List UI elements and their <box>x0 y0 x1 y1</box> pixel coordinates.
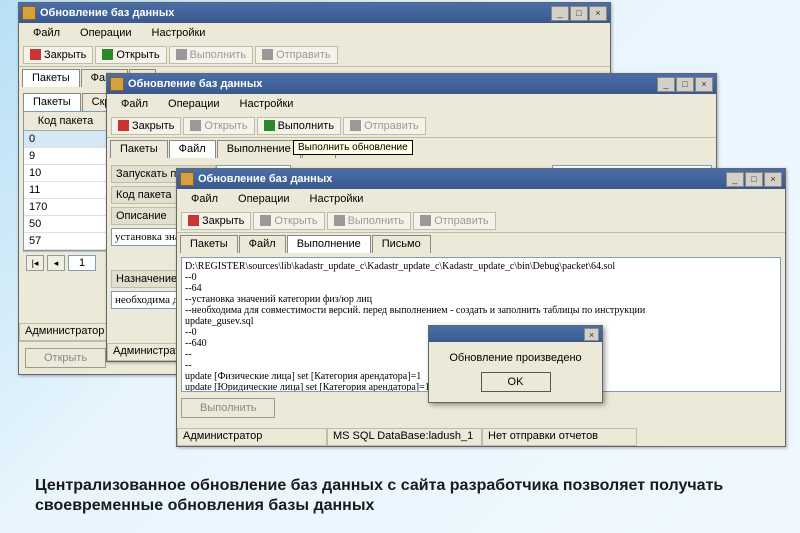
app-icon <box>180 172 194 186</box>
bottom-open-button[interactable]: Открыть <box>25 348 106 368</box>
run-button-bottom[interactable]: Выполнить <box>181 398 275 418</box>
tab-execution[interactable]: Выполнение <box>217 140 301 158</box>
win1-toolbar: Закрыть Открыть Выполнить Отправить <box>19 43 610 67</box>
packets-table: Код пакета 0 9 10 11 170 50 57 <box>23 111 108 251</box>
play-icon <box>264 120 275 131</box>
nav-page[interactable]: 1 <box>68 255 96 271</box>
maximize-button[interactable]: □ <box>570 6 588 21</box>
nav-first[interactable]: |◂ <box>26 255 44 271</box>
win1-title: Обновление баз данных <box>40 7 551 19</box>
x-icon <box>118 120 129 131</box>
close-window-button[interactable]: × <box>695 77 713 92</box>
menu-operations[interactable]: Операции <box>158 96 229 112</box>
maximize-button[interactable]: □ <box>745 172 763 187</box>
win3-titlebar[interactable]: Обновление баз данных _ □ × <box>177 169 785 189</box>
msgbox-title <box>432 328 584 340</box>
minimize-button[interactable]: _ <box>657 77 675 92</box>
win2-toolbar: Закрыть Открыть Выполнить Отправить <box>107 114 716 138</box>
status-user: Администратор <box>177 428 327 446</box>
win3-menubar: Файл Операции Настройки <box>177 189 785 209</box>
tb-run-button[interactable]: Выполнить <box>327 212 411 230</box>
app-icon <box>110 77 124 91</box>
menu-operations[interactable]: Операции <box>70 25 141 41</box>
tb-open-button[interactable]: Открыть <box>183 117 254 135</box>
tab-execution[interactable]: Выполнение <box>287 235 371 253</box>
col-header[interactable]: Код пакета <box>24 112 107 131</box>
tb-open-button[interactable]: Открыть <box>253 212 324 230</box>
win2-title: Обновление баз данных <box>128 78 657 90</box>
minimize-button[interactable]: _ <box>551 6 569 21</box>
table-row[interactable]: 170 <box>24 199 107 216</box>
status-db: MS SQL DataBase:ladush_1 <box>327 428 482 446</box>
table-row[interactable]: 57 <box>24 233 107 250</box>
tb-send-button[interactable]: Отправить <box>343 117 426 135</box>
tb-run-button[interactable]: Выполнить <box>257 117 341 135</box>
tab-file[interactable]: Файл <box>169 140 216 158</box>
tb-open-button[interactable]: Открыть <box>95 46 166 64</box>
table-row[interactable]: 50 <box>24 216 107 233</box>
tb-close-button[interactable]: Закрыть <box>181 212 251 230</box>
win1-titlebar[interactable]: Обновление баз данных _ □ × <box>19 3 610 23</box>
mail-icon <box>420 215 431 226</box>
close-window-button[interactable]: × <box>764 172 782 187</box>
menu-settings[interactable]: Настройки <box>300 191 374 207</box>
tb-close-button[interactable]: Закрыть <box>23 46 93 64</box>
play-icon <box>334 215 345 226</box>
mail-icon <box>262 49 273 60</box>
menu-file[interactable]: Файл <box>111 96 158 112</box>
status-user: Администратор <box>19 323 119 341</box>
maximize-button[interactable]: □ <box>676 77 694 92</box>
tb-close-button[interactable]: Закрыть <box>111 117 181 135</box>
menu-file[interactable]: Файл <box>23 25 70 41</box>
win3-title: Обновление баз данных <box>198 173 726 185</box>
win2-menubar: Файл Операции Настройки <box>107 94 716 114</box>
tab-file[interactable]: Файл <box>239 235 286 253</box>
win3-tabbar: Пакеты Файл Выполнение Письмо <box>177 233 785 253</box>
status-reports: Нет отправки отчетов <box>482 428 637 446</box>
msgbox-titlebar[interactable]: × <box>429 326 602 342</box>
open-icon <box>260 215 271 226</box>
table-row[interactable]: 11 <box>24 182 107 199</box>
menu-settings[interactable]: Настройки <box>230 96 304 112</box>
msgbox-ok-button[interactable]: OK <box>481 372 551 392</box>
msgbox: × Обновление произведено OK <box>428 325 603 403</box>
slide-caption: Централизованное обновление баз данных с… <box>35 476 770 516</box>
table-row[interactable]: 0 <box>24 131 107 148</box>
tab-packets[interactable]: Пакеты <box>180 235 238 253</box>
open-icon <box>102 49 113 60</box>
win1-menubar: Файл Операции Настройки <box>19 23 610 43</box>
app-icon <box>22 6 36 20</box>
tb-send-button[interactable]: Отправить <box>255 46 338 64</box>
tab-packets[interactable]: Пакеты <box>110 140 168 158</box>
tab-mail[interactable]: Письмо <box>372 235 431 253</box>
tab-packets[interactable]: Пакеты <box>22 69 80 87</box>
tb-run-button[interactable]: Выполнить <box>169 46 253 64</box>
mail-icon <box>350 120 361 131</box>
subtab-packets[interactable]: Пакеты <box>23 93 81 111</box>
win2-titlebar[interactable]: Обновление баз данных _ □ × <box>107 74 716 94</box>
win3-root: Обновление баз данных _ □ × Файл Операци… <box>176 168 786 447</box>
minimize-button[interactable]: _ <box>726 172 744 187</box>
x-icon <box>30 49 41 60</box>
menu-file[interactable]: Файл <box>181 191 228 207</box>
menu-operations[interactable]: Операции <box>228 191 299 207</box>
menu-settings[interactable]: Настройки <box>142 25 216 41</box>
x-icon <box>188 215 199 226</box>
nav-prev[interactable]: ◂ <box>47 255 65 271</box>
tooltip-run: Выполнить обновление <box>293 140 413 155</box>
play-icon <box>176 49 187 60</box>
table-row[interactable]: 9 <box>24 148 107 165</box>
msgbox-text: Обновление произведено <box>439 352 592 364</box>
open-icon <box>190 120 201 131</box>
win3-toolbar: Закрыть Открыть Выполнить Отправить <box>177 209 785 233</box>
tb-send-button[interactable]: Отправить <box>413 212 496 230</box>
table-row[interactable]: 10 <box>24 165 107 182</box>
win3-statusbar: Администратор MS SQL DataBase:ladush_1 Н… <box>177 428 785 446</box>
msgbox-close[interactable]: × <box>584 328 599 341</box>
close-window-button[interactable]: × <box>589 6 607 21</box>
